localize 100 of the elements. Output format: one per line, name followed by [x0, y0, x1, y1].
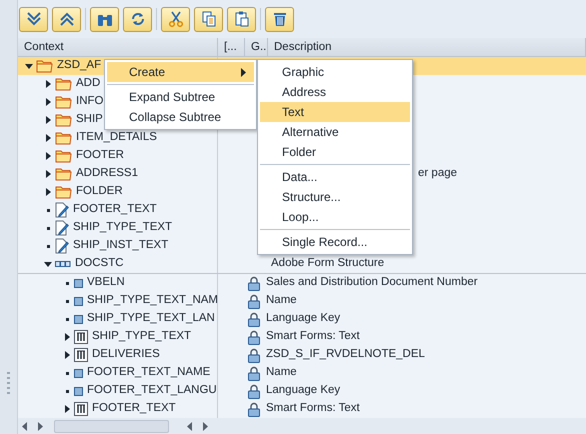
node-description: ZSD_S_IF_RVDELNOTE_DEL	[266, 347, 425, 362]
folder-icon	[55, 149, 72, 163]
folder-icon	[55, 77, 72, 91]
folder-icon	[55, 95, 72, 109]
pencil-document-icon	[55, 238, 69, 254]
node-name: SHIP_TYPE_TEXT	[92, 329, 192, 344]
node-name: SHIP_TYPE_TEXT_NAM	[87, 293, 217, 308]
scrollbar-thumb[interactable]	[54, 420, 169, 432]
node-name: DOCSTC	[75, 256, 124, 272]
tree-row[interactable]: VBELN Sales and Distribution Document Number	[18, 274, 586, 292]
bullet-icon	[46, 244, 50, 248]
node-name: FOOTER_TEXT_NAME	[87, 365, 210, 380]
scroll-left-icon[interactable]	[187, 422, 193, 430]
node-name: FOOTER_TEXT	[73, 202, 157, 218]
scroll-right-icon[interactable]	[203, 422, 209, 430]
scroll-left-icon[interactable]	[22, 422, 28, 430]
node-name: INFO	[76, 94, 104, 110]
node-description: Adobe Form Structure	[271, 256, 384, 272]
menu-item[interactable]: Text	[260, 102, 410, 122]
table-icon	[74, 402, 88, 416]
paste-icon	[232, 10, 250, 28]
bullet-icon	[66, 318, 68, 320]
node-name: ITEM_DETAILS	[76, 130, 157, 146]
node-name: SHIP_TYPE_TEXT_LAN	[87, 311, 215, 326]
menu-item[interactable]: Structure...	[260, 187, 410, 207]
tree-row[interactable]: SHIP_TYPE_TEXT_NAM Name	[18, 292, 586, 310]
column-header[interactable]: Description	[268, 38, 586, 56]
bullet-icon	[66, 300, 68, 302]
caret-right-icon[interactable]	[64, 333, 70, 341]
bullet-icon	[66, 390, 68, 392]
menu-item[interactable]: Single Record...	[260, 232, 410, 252]
bullet-icon	[46, 208, 50, 212]
node-description: Name	[266, 365, 297, 380]
menu-item[interactable]: Expand Subtree	[107, 87, 254, 107]
copy-icon	[200, 10, 218, 28]
node-description: Language Key	[266, 311, 340, 326]
structure-icon	[55, 260, 71, 268]
column-header[interactable]: Context	[18, 38, 218, 56]
caret-right-icon[interactable]	[46, 188, 50, 196]
scissors-icon	[166, 10, 184, 28]
collapse-all-icon	[58, 10, 76, 28]
toolbar-button[interactable]	[265, 6, 294, 32]
bullet-icon	[46, 226, 50, 230]
menu-item[interactable]: Data...	[260, 167, 410, 187]
scroll-right-icon[interactable]	[38, 422, 44, 430]
tree-row[interactable]: FOOTER_TEXT_LANGU Language Key	[18, 382, 586, 400]
caret-right-icon[interactable]	[46, 170, 50, 178]
menu-item[interactable]: Loop...	[260, 207, 410, 227]
column-header[interactable]: [...	[218, 38, 245, 56]
toolbar-button[interactable]	[52, 6, 81, 32]
menu-item[interactable]: Create	[107, 62, 254, 82]
toolbar-button[interactable]	[19, 6, 48, 32]
node-name: FOOTER	[76, 148, 124, 164]
node-name: SHIP_TYPE_TEXT	[73, 220, 172, 236]
toolbar-button[interactable]	[161, 6, 190, 32]
square-icon	[74, 386, 83, 396]
tree-row[interactable]: SHIP_TYPE_TEXT Smart Forms: Text	[18, 328, 586, 346]
column-header[interactable]: G..	[245, 38, 268, 56]
caret-right-icon[interactable]	[46, 98, 50, 106]
node-description: er page	[418, 166, 458, 182]
node-name: ADD	[76, 76, 100, 92]
toolbar-button[interactable]	[123, 6, 152, 32]
pencil-document-icon	[55, 220, 69, 236]
toolbar-button[interactable]	[90, 6, 119, 32]
caret-right-icon[interactable]	[64, 351, 70, 359]
menu-item[interactable]: Address	[260, 82, 410, 102]
caret-right-icon[interactable]	[46, 80, 50, 88]
folder-icon	[55, 167, 72, 181]
caret-down-icon[interactable]	[25, 64, 33, 68]
caret-right-icon[interactable]	[64, 405, 70, 413]
square-icon	[74, 368, 83, 378]
caret-down-icon[interactable]	[44, 262, 52, 266]
folder-icon	[55, 131, 72, 145]
node-name: ZSD_AF	[57, 58, 102, 74]
node-description: Smart Forms: Text	[266, 329, 360, 344]
node-description: Name	[266, 293, 297, 308]
bullet-icon	[66, 372, 68, 374]
caret-right-icon[interactable]	[46, 152, 50, 160]
node-description: Sales and Distribution Document Number	[266, 275, 478, 290]
tree-row[interactable]: SHIP_TYPE_TEXT_LAN Language Key	[18, 310, 586, 328]
menu-item[interactable]: Graphic	[260, 62, 410, 82]
caret-right-icon[interactable]	[46, 116, 50, 124]
square-icon	[74, 296, 83, 306]
tree-row[interactable]: FOOTER_TEXT_NAME Name	[18, 364, 586, 382]
tree-row[interactable]: DELIVERIES ZSD_S_IF_RVDELNOTE_DEL	[18, 346, 586, 364]
menu-item[interactable]: Alternative	[260, 122, 410, 142]
folder-icon	[55, 113, 72, 127]
toolbar-button[interactable]	[194, 6, 223, 32]
pencil-document-icon	[55, 202, 69, 218]
table-icon	[74, 330, 88, 344]
toolbar-button[interactable]	[227, 6, 256, 32]
node-name: FOOTER_TEXT	[92, 401, 176, 416]
menu-item[interactable]: Collapse Subtree	[107, 107, 254, 127]
square-icon	[74, 278, 83, 288]
node-name: FOLDER	[76, 184, 123, 200]
table-icon	[74, 348, 88, 362]
resize-grip-icon[interactable]	[6, 372, 10, 394]
expand-all-icon	[24, 10, 42, 28]
menu-item[interactable]: Folder	[260, 142, 410, 162]
caret-right-icon[interactable]	[46, 134, 50, 142]
